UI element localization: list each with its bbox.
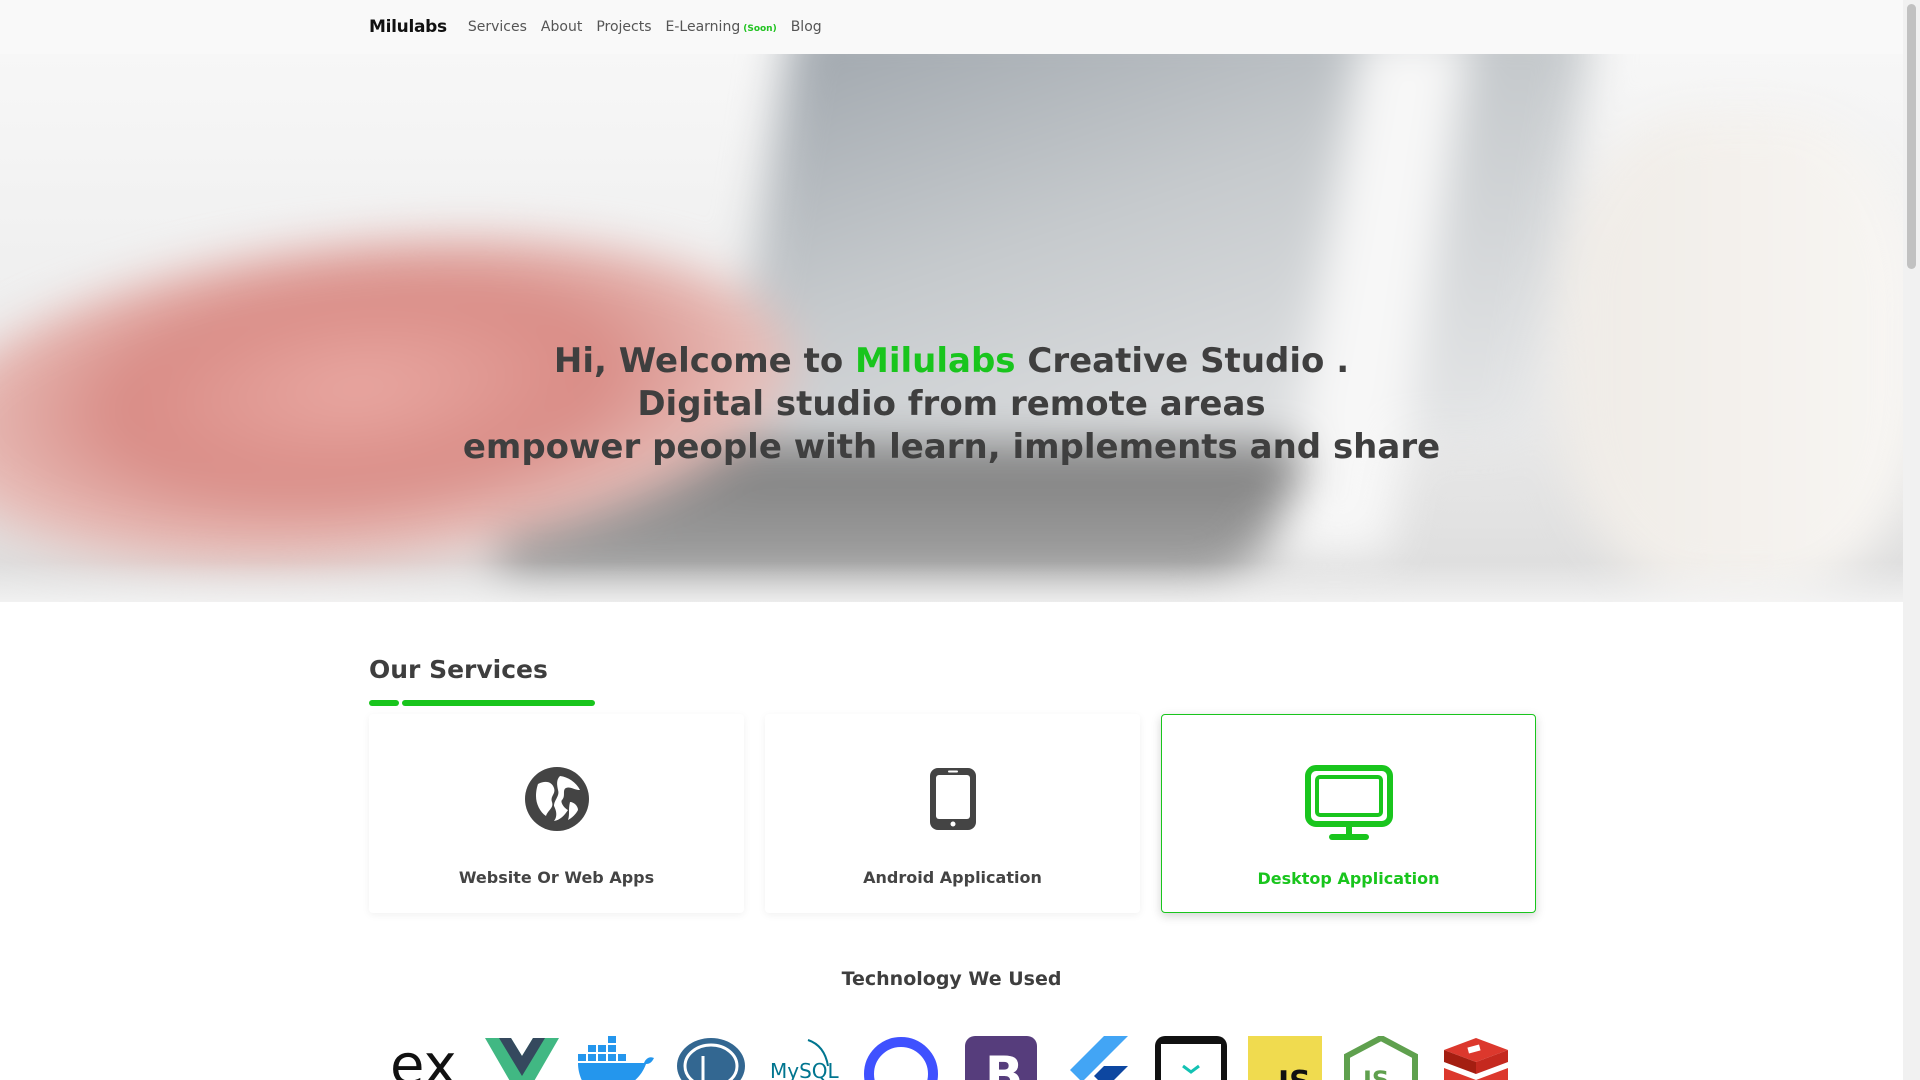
service-card-label: Desktop Application [1257, 869, 1440, 888]
page-scrollbar[interactable] [1903, 0, 1920, 1080]
nav-link-elearning-label: E-Learning [665, 19, 741, 35]
service-card-label: Android Application [863, 868, 1042, 887]
globe-icon [524, 766, 590, 836]
hero-line-1-prefix: Hi, Welcome to [553, 341, 856, 381]
brand-logo[interactable]: Milulabs [369, 17, 447, 37]
hero-line-1: Hi, Welcome to Milulabs Creative Studio … [0, 340, 1903, 383]
flutter-logo[interactable] [1058, 1036, 1136, 1080]
service-card-website[interactable]: Website Or Web Apps [369, 714, 744, 913]
mysql-logo-text: MySQL [770, 1059, 840, 1080]
technology-title: Technology We Used [841, 968, 1062, 990]
title-underline-long [402, 700, 595, 706]
bootstrap-logo[interactable]: B [963, 1036, 1041, 1080]
phone-logo[interactable] [1153, 1036, 1231, 1080]
service-card-label: Website Or Web Apps [458, 868, 655, 887]
postgresql-logo[interactable] [673, 1036, 751, 1080]
service-card-android[interactable]: Android Application [765, 714, 1140, 913]
javascript-logo[interactable]: JS [1248, 1036, 1326, 1080]
nodejs-logo[interactable]: JS [1343, 1036, 1421, 1080]
nav-link-elearning[interactable]: E-Learning (Soon) [666, 19, 777, 35]
hero-banner [0, 54, 1903, 602]
vue-logo[interactable] [483, 1036, 561, 1080]
tablet-icon [928, 766, 978, 836]
bootstrap-logo-text: B [985, 1046, 1023, 1080]
nodejs-logo-text: JS [1361, 1066, 1389, 1080]
express-logo-text: ex [390, 1036, 457, 1080]
hero-background-image [0, 54, 1903, 602]
hero-headline: Hi, Welcome to Milulabs Creative Studio … [0, 340, 1903, 469]
nav-link-about[interactable]: About [541, 19, 582, 35]
hero-brand-highlight: Milulabs [855, 341, 1016, 381]
title-underline-short [369, 700, 399, 706]
docker-logo[interactable] [578, 1036, 656, 1080]
redis-logo[interactable] [1438, 1036, 1516, 1080]
hero-line-1-suffix: Creative Studio . [1015, 341, 1350, 381]
monitor-icon [1304, 765, 1393, 845]
nav-link-services[interactable]: Services [468, 19, 527, 35]
nav-link-blog[interactable]: Blog [791, 19, 822, 35]
hero-line-3: empower people with learn, implements an… [462, 427, 1441, 467]
hero-fade [0, 562, 1903, 602]
scrollbar-thumb[interactable] [1907, 4, 1916, 269]
nav-inner: Milulabs Services About Projects E-Learn… [369, 0, 836, 54]
circle-logo[interactable] [863, 1036, 941, 1080]
service-card-desktop[interactable]: Desktop Application [1161, 714, 1536, 913]
technology-logos: ex MySQL B JS JS [388, 1036, 1518, 1080]
navbar: Milulabs Services About Projects E-Learn… [0, 0, 1903, 54]
express-logo[interactable]: ex [388, 1036, 466, 1080]
javascript-logo-text: JS [1276, 1065, 1311, 1080]
hero-line-2: Digital studio from remote areas [637, 384, 1266, 424]
services-title: Our Services [369, 655, 548, 684]
mysql-logo[interactable]: MySQL [768, 1036, 846, 1080]
soon-badge: (Soon) [743, 24, 777, 34]
nav-link-projects[interactable]: Projects [596, 19, 651, 35]
